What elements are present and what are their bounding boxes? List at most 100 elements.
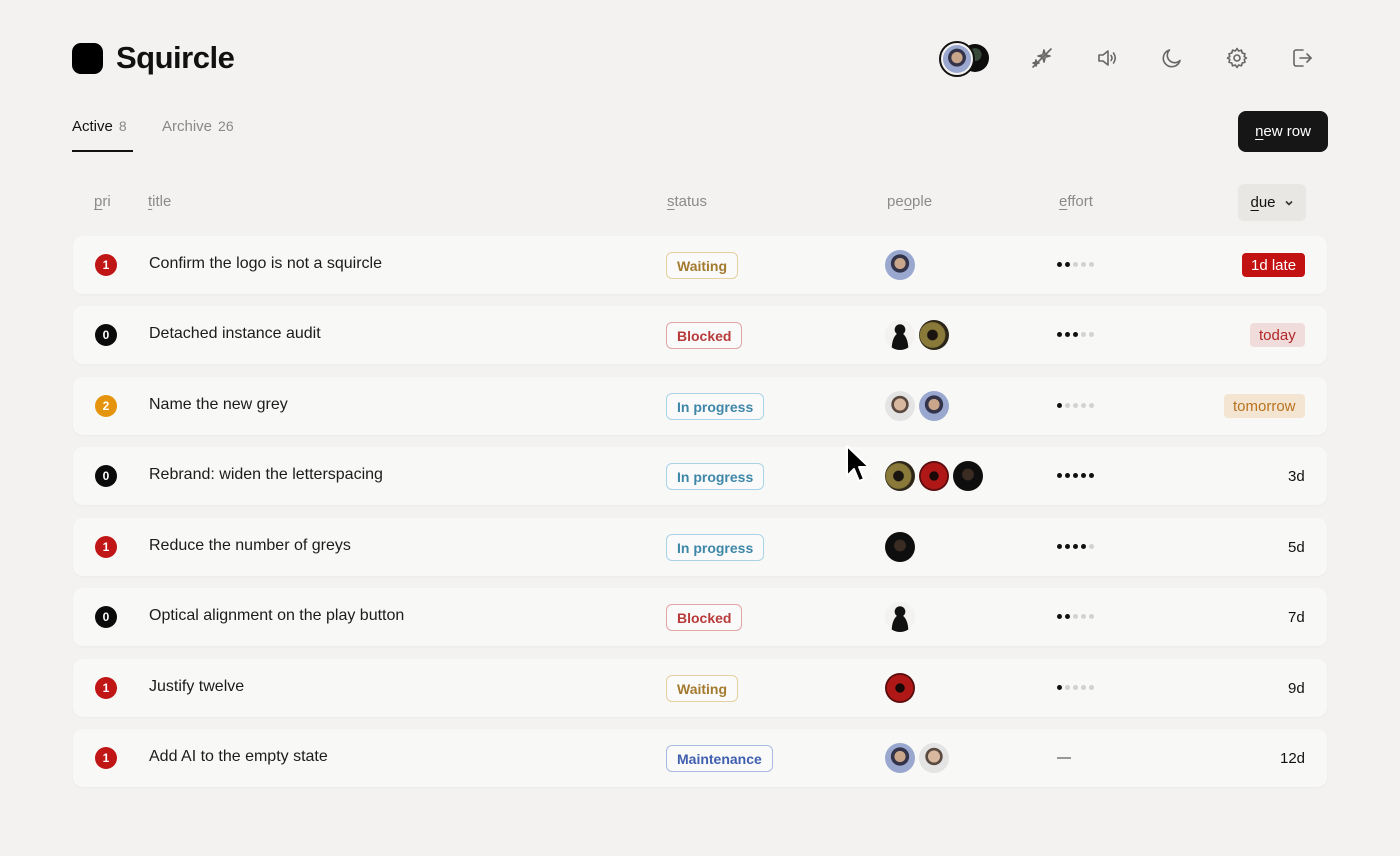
effort-dot	[1057, 403, 1062, 408]
row-title: Name the new grey	[149, 396, 288, 413]
effort-dot	[1081, 685, 1086, 690]
gear-icon	[1226, 47, 1248, 69]
avatar[interactable]	[885, 673, 915, 703]
priority-badge: 0	[95, 606, 117, 628]
status-badge[interactable]: Maintenance	[666, 745, 773, 772]
priority-badge: 1	[95, 677, 117, 699]
avatar[interactable]	[885, 602, 915, 632]
tab-active[interactable]: Active 8	[72, 118, 133, 152]
status-badge[interactable]: In progress	[666, 534, 765, 561]
effort-dot	[1089, 614, 1094, 619]
user-avatar-stack[interactable]	[939, 40, 999, 78]
sparkle-off-icon	[1032, 48, 1052, 68]
effort-dot	[1073, 332, 1078, 337]
priority-badge: 1	[95, 536, 117, 558]
effort-dot	[1081, 403, 1086, 408]
column-header-people[interactable]: people	[887, 193, 932, 210]
tab-archive[interactable]: Archive 26	[162, 118, 234, 152]
status-badge[interactable]: Blocked	[666, 604, 743, 631]
avatar[interactable]	[885, 250, 915, 280]
effort-dot	[1089, 473, 1094, 478]
priority-badge: 1	[95, 747, 117, 769]
status-badge[interactable]: In progress	[666, 463, 765, 490]
priority-badge: 1	[95, 254, 117, 276]
column-header-title[interactable]: title	[148, 193, 171, 210]
effort-dot	[1065, 685, 1070, 690]
effort-dot	[1081, 614, 1086, 619]
status-badge[interactable]: Blocked	[666, 322, 743, 349]
table-row[interactable]: 0 Rebrand: widen the letterspacing In prog…	[73, 447, 1327, 505]
due-label: 5d	[1288, 538, 1305, 556]
status-badge[interactable]: Waiting	[666, 675, 739, 702]
row-title: Add AI to the empty state	[149, 748, 328, 765]
row-title: Rebrand: widen the letterspacing	[149, 466, 383, 483]
row-title: Justify twelve	[149, 678, 245, 695]
effort-dot	[1065, 403, 1070, 408]
effort-dot	[1057, 332, 1062, 337]
due-label: 3d	[1288, 467, 1305, 485]
effort-dot	[1081, 544, 1086, 549]
effort-dot	[1073, 403, 1078, 408]
effort-dot	[1081, 262, 1086, 267]
avatar	[939, 41, 975, 77]
theme-toggle-button[interactable]	[1154, 40, 1190, 76]
table-row[interactable]: 2 Name the new grey In progress tomorrow	[73, 377, 1327, 435]
avatar[interactable]	[919, 743, 949, 773]
settings-button[interactable]	[1219, 40, 1255, 76]
logout-icon	[1293, 49, 1312, 67]
logout-button[interactable]	[1284, 40, 1320, 76]
column-header-due[interactable]: due	[1238, 184, 1306, 221]
due-label: 12d	[1280, 749, 1306, 767]
effort-dot	[1089, 685, 1094, 690]
avatar[interactable]	[885, 320, 915, 350]
priority-badge: 0	[95, 324, 117, 346]
new-row-button[interactable]: n ew row	[1238, 111, 1328, 152]
row-title: Optical alignment on the play button	[149, 607, 405, 624]
tab-count: 8	[118, 118, 127, 134]
column-header-pri[interactable]: pri	[94, 193, 111, 210]
avatar[interactable]	[885, 461, 915, 491]
avatar[interactable]	[953, 461, 983, 491]
due-label: 1d late	[1242, 253, 1306, 277]
due-label: 7d	[1288, 608, 1305, 626]
effort-dot	[1089, 544, 1094, 549]
effort-dot	[1057, 614, 1062, 619]
avatar[interactable]	[885, 532, 915, 562]
tab-count: 26	[218, 118, 234, 134]
avatar[interactable]	[885, 743, 915, 773]
table-row[interactable]: 1 Add AI to the empty state Maintenance 12d	[73, 729, 1327, 787]
due-label: 9d	[1288, 679, 1305, 697]
table-row[interactable]: 1 Confirm the logo is not a squircle Waiti…	[73, 236, 1327, 294]
avatar[interactable]	[919, 461, 949, 491]
avatar[interactable]	[919, 320, 949, 350]
effort-dot	[1073, 614, 1078, 619]
table-row[interactable]: 1 Reduce the number of greys In progress 5d	[73, 518, 1327, 576]
effort-dot	[1065, 473, 1070, 478]
shortcut-letter: n	[1255, 123, 1264, 140]
table-row[interactable]: 0 Detached instance audit Blocked today	[73, 306, 1327, 364]
button-label: ew row	[1263, 123, 1311, 140]
effort-dot	[1065, 262, 1070, 267]
effort-dot	[1073, 544, 1078, 549]
sound-button[interactable]	[1089, 40, 1125, 76]
table-row[interactable]: 0 Optical alignment on the play button Blo…	[73, 588, 1327, 646]
due-label: today	[1250, 323, 1305, 347]
column-header-effort[interactable]: effort	[1059, 193, 1093, 210]
effort-dot	[1089, 262, 1094, 267]
due-label: tomorrow	[1224, 394, 1305, 418]
effort-dot	[1057, 685, 1062, 690]
table-row[interactable]: 1 Justify twelve Waiting 9d	[73, 659, 1327, 717]
status-badge[interactable]: In progress	[666, 393, 765, 420]
speaker-icon	[1098, 50, 1117, 66]
effort-dot	[1073, 262, 1078, 267]
tab-label: Archive	[162, 118, 213, 135]
effort-dot	[1065, 614, 1070, 619]
avatar[interactable]	[919, 391, 949, 421]
avatar[interactable]	[885, 391, 915, 421]
sparkle-off-button[interactable]	[1024, 40, 1060, 76]
status-badge[interactable]: Waiting	[666, 252, 739, 279]
effort-dot	[1081, 473, 1086, 478]
app-header: Squircle	[72, 38, 1328, 78]
mouse-cursor-icon	[846, 445, 870, 482]
column-header-status[interactable]: status	[667, 193, 707, 210]
